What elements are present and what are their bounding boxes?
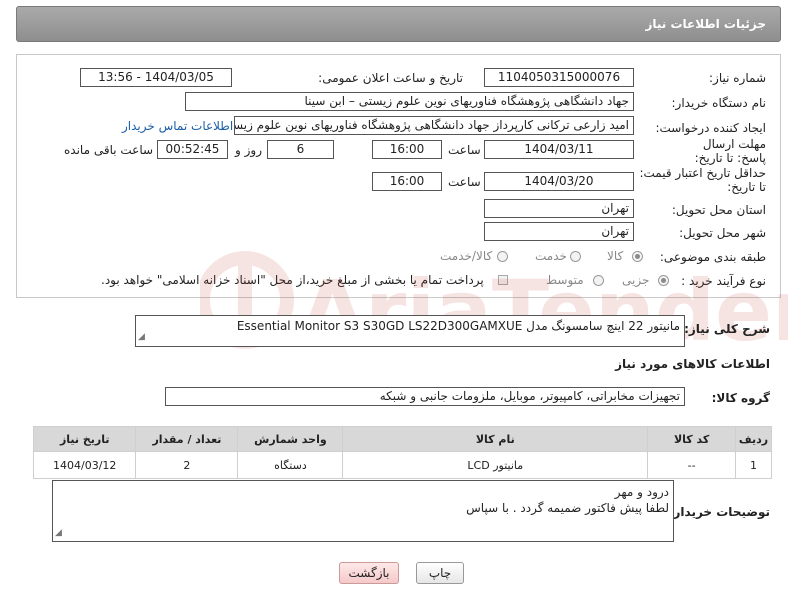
deadline-time-label: ساعت — [448, 143, 481, 157]
remaining-time-field[interactable]: 00:52:45 — [157, 140, 228, 159]
validity-label: حداقل تاریخ اعتبار قیمت: تا تاریخ: — [639, 166, 766, 194]
province-label: استان محل تحویل: — [671, 203, 766, 217]
col-goods-name: نام کالا — [342, 426, 649, 452]
cell-need-date: 1404/03/12 — [32, 451, 137, 479]
buyer-notes-line-2: لطفا پیش فاکتور ضمیمه گردد . با سپاس — [466, 501, 669, 515]
city-field[interactable]: تهران — [484, 222, 634, 241]
col-row-number: ردیف — [735, 426, 772, 452]
table-row[interactable]: 1 -- مانیتور LCD دستگاه 2 1404/03/12 — [32, 451, 772, 479]
need-number-label: شماره نیاز: — [709, 71, 766, 85]
process-radio-minor[interactable] — [658, 275, 669, 286]
category-radio-service[interactable] — [570, 251, 581, 262]
announce-field[interactable]: 1404/03/05 - 13:56 — [80, 68, 232, 87]
deadline-date-field[interactable]: 1404/03/11 — [484, 140, 634, 159]
cell-row-number: 1 — [735, 451, 772, 479]
cell-goods-code: -- — [647, 451, 737, 479]
description-text: مانیتور 22 اینچ سامسونگ مدل Essential Mo… — [236, 319, 680, 333]
category-option-goods: کالا — [607, 249, 624, 263]
days-label: روز و — [235, 143, 262, 157]
description-field[interactable]: مانیتور 22 اینچ سامسونگ مدل Essential Mo… — [135, 315, 685, 347]
process-radio-medium[interactable] — [593, 275, 604, 286]
buyer-label: نام دستگاه خریدار: — [671, 96, 767, 110]
goods-table: ردیف کد کالا نام کالا واحد شمارش تعداد /… — [32, 426, 772, 479]
resize-grip-icon[interactable]: ◢ — [55, 525, 62, 541]
category-label: طبقه بندی موضوعی: — [659, 250, 766, 264]
need-number-field[interactable]: 1104050315000076 — [484, 68, 634, 87]
validity-date-field[interactable]: 1404/03/20 — [484, 172, 634, 191]
category-radio-goods-service[interactable] — [497, 251, 508, 262]
print-button[interactable]: چاپ — [416, 562, 464, 584]
buyer-notes-line-1: درود و مهر — [614, 485, 669, 499]
goods-section-title: اطلاعات کالاهای مورد نیاز — [615, 357, 770, 371]
col-goods-code: کد کالا — [647, 426, 737, 452]
col-unit: واحد شمارش — [237, 426, 344, 452]
category-radio-goods[interactable] — [632, 251, 643, 262]
province-field[interactable]: تهران — [484, 199, 634, 218]
process-option-minor: جزیی — [622, 273, 650, 287]
announce-label: تاریخ و ساعت اعلان عمومی: — [318, 71, 463, 85]
remaining-label: ساعت باقی مانده — [64, 143, 154, 157]
deadline-label: مهلت ارسال پاسخ: تا تاریخ: — [694, 137, 766, 165]
col-quantity: تعداد / مقدار — [135, 426, 239, 452]
page-title: جزئیات اطلاعات نیاز — [645, 17, 766, 31]
buyer-contact-link[interactable]: اطلاعات تماس خریدار — [122, 119, 233, 133]
cell-goods-name: مانیتور LCD — [342, 451, 649, 479]
days-field[interactable]: 6 — [267, 140, 334, 159]
goods-group-label: گروه کالا: — [711, 391, 770, 405]
buyer-field[interactable]: جهاد دانشگاهی پژوهشگاه فناوریهای نوین عل… — [185, 92, 634, 111]
creator-field[interactable]: امید زارعی ترکانی کارپرداز جهاد دانشگاهی… — [234, 116, 634, 135]
category-option-goods-service: کالا/خدمت — [440, 249, 493, 263]
back-button[interactable]: بازگشت — [339, 562, 399, 584]
buyer-notes-label: توضیحات خریدار: — [668, 505, 770, 519]
resize-grip-icon[interactable]: ◢ — [138, 329, 145, 346]
buyer-notes-field[interactable]: درود و مهر لطفا پیش فاکتور ضمیمه گردد . … — [52, 480, 674, 542]
creator-label: ایجاد کننده درخواست: — [655, 121, 766, 135]
page-header: جزئیات اطلاعات نیاز — [16, 6, 781, 42]
process-label: نوع فرآیند خرید : — [681, 274, 766, 288]
goods-group-field[interactable]: تجهیزات مخابراتی، کامپیوتر، موبایل، ملزو… — [165, 387, 685, 406]
category-option-service: خدمت — [535, 249, 567, 263]
cell-unit: دستگاه — [237, 451, 344, 479]
validity-time-label: ساعت — [448, 175, 481, 189]
deadline-time-field[interactable]: 16:00 — [372, 140, 442, 159]
process-option-medium: متوسط — [546, 273, 584, 287]
cell-quantity: 2 — [135, 451, 239, 479]
treasury-payment-checkbox[interactable] — [498, 275, 508, 285]
goods-table-header: ردیف کد کالا نام کالا واحد شمارش تعداد /… — [32, 426, 772, 452]
treasury-payment-note: پرداخت تمام یا بخشی از مبلغ خرید،از محل … — [101, 273, 484, 287]
validity-time-field[interactable]: 16:00 — [372, 172, 442, 191]
description-label: شرح کلی نیاز: — [684, 322, 770, 336]
col-need-date: تاریخ نیاز — [32, 426, 137, 452]
city-label: شهر محل تحویل: — [679, 226, 766, 240]
